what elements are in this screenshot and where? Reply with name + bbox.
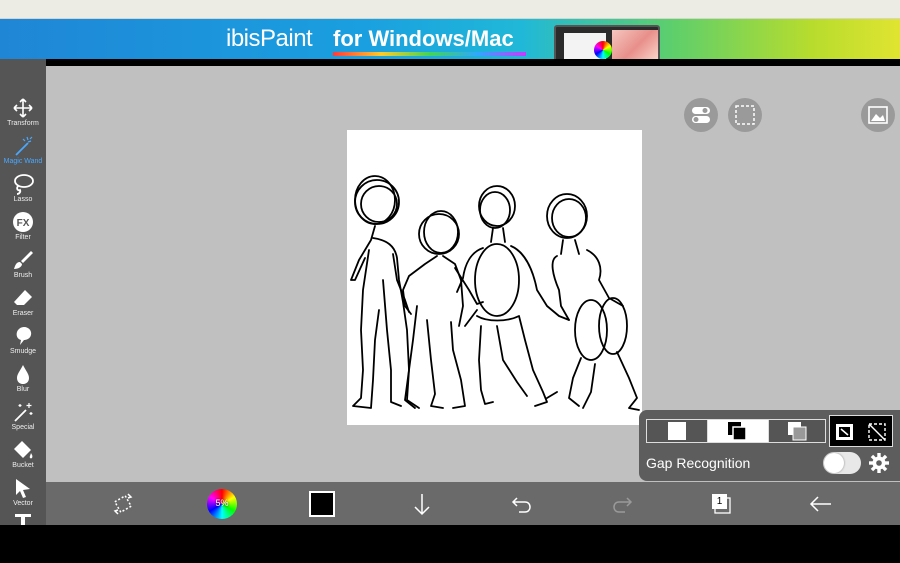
tool-label: Brush — [13, 272, 33, 279]
gap-recognition-toggle[interactable] — [823, 452, 861, 474]
tool-label: Lasso — [13, 196, 33, 203]
bucket-icon — [14, 441, 33, 459]
tool-label: Filter — [15, 234, 31, 241]
text-icon — [15, 514, 31, 525]
layers-button[interactable]: 1 — [707, 489, 737, 519]
redo-icon[interactable] — [607, 489, 637, 519]
arrow-down-icon[interactable] — [407, 489, 437, 519]
smudge-icon — [16, 327, 32, 345]
deselect-icon[interactable] — [866, 421, 888, 443]
tool-special[interactable]: Special — [0, 401, 46, 439]
blur-drop-icon — [17, 365, 29, 384]
dashed-selection-icon — [735, 105, 755, 125]
drawing-canvas[interactable] — [347, 130, 642, 425]
tool-sidebar: Transform Magic Wand Lasso FX Filter Bru… — [0, 59, 46, 525]
tool-eraser[interactable]: Eraser — [0, 287, 46, 325]
brush-opacity-value: 5% — [215, 498, 229, 508]
bottom-toolbar: 5% 1 — [46, 482, 900, 525]
tool-label: Blur — [16, 386, 30, 393]
ibispaint-app: ibisPaint for Windows/Mac Transform Magi… — [0, 0, 900, 563]
tool-label: Special — [11, 424, 35, 431]
mode-subtract-button[interactable] — [769, 420, 829, 442]
magic-wand-icon — [15, 136, 33, 156]
magic-wand-options-panel: Gap Recognition — [639, 410, 900, 481]
mode-new-button[interactable] — [647, 420, 707, 442]
tool-label: Vector — [13, 500, 33, 507]
banner-preview-image — [554, 25, 660, 59]
toggle-knob — [824, 453, 844, 473]
tool-lasso[interactable]: Lasso — [0, 173, 46, 211]
layer-count: 1 — [716, 496, 723, 507]
tool-blur[interactable]: Blur — [0, 363, 46, 401]
svg-text:FX: FX — [17, 218, 30, 229]
banner-underline — [333, 52, 526, 56]
banner-tagline: for Windows/Mac — [333, 26, 514, 51]
new-selection-icon — [668, 422, 686, 440]
fx-icon: FX — [13, 212, 33, 232]
gap-recognition-label: Gap Recognition — [646, 455, 751, 471]
selection-frame-button[interactable] — [728, 98, 762, 132]
tool-vector[interactable]: Vector — [0, 477, 46, 515]
rotate-canvas-icon[interactable] — [108, 489, 138, 519]
tool-label: Magic Wand — [3, 158, 43, 165]
eraser-icon — [14, 290, 32, 305]
add-selection-icon — [728, 422, 747, 441]
ad-banner[interactable]: ibisPaint for Windows/Mac — [0, 19, 900, 59]
gear-icon[interactable] — [868, 452, 890, 474]
selection-action-group — [829, 415, 893, 447]
subtract-selection-icon — [788, 422, 807, 441]
tool-label: Eraser — [12, 310, 34, 317]
tool-filter[interactable]: FX Filter — [0, 211, 46, 249]
selection-mode-group — [646, 419, 826, 443]
tool-smudge[interactable]: Smudge — [0, 325, 46, 363]
tool-bucket[interactable]: Bucket — [0, 439, 46, 477]
tool-label: Smudge — [9, 348, 37, 355]
banner-logo: ibisPaint — [226, 25, 313, 52]
back-arrow-icon[interactable] — [806, 489, 836, 519]
tool-text[interactable] — [0, 511, 46, 525]
tool-label: Transform — [7, 120, 39, 127]
reference-image-button[interactable] — [861, 98, 895, 132]
brush-icon — [14, 251, 33, 269]
color-picker-button[interactable]: 5% — [207, 489, 237, 519]
cursor-arrow-icon — [16, 479, 30, 498]
tool-brush[interactable]: Brush — [0, 249, 46, 287]
undo-icon[interactable] — [507, 489, 537, 519]
invert-selection-icon[interactable] — [834, 421, 856, 443]
sketch-artwork — [350, 175, 640, 411]
mode-add-button[interactable] — [708, 420, 768, 442]
toggle-ui-button[interactable] — [684, 98, 718, 132]
tool-magic-wand[interactable]: Magic Wand — [0, 135, 46, 173]
current-color-swatch[interactable] — [309, 491, 335, 517]
image-icon — [868, 106, 888, 124]
toggle-switch-icon — [692, 107, 710, 123]
tool-label: Bucket — [12, 462, 34, 469]
status-bar — [0, 0, 900, 19]
sparkle-wand-icon — [14, 403, 33, 422]
lasso-icon — [14, 174, 34, 195]
tool-transform[interactable]: Transform — [0, 97, 46, 135]
move-arrows-icon — [13, 98, 33, 118]
system-nav-bar — [0, 525, 900, 563]
